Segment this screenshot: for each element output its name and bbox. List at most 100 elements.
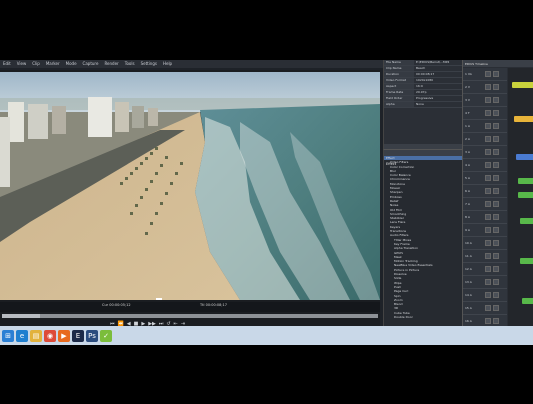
track-header[interactable]: 7 A: [463, 198, 507, 211]
menu-item-render[interactable]: Render: [104, 60, 118, 68]
menu-item-edit[interactable]: Edit: [3, 60, 11, 68]
scrub-bar[interactable]: [2, 314, 378, 318]
app-icon[interactable]: ✓: [100, 329, 112, 342]
track-sync-toggle[interactable]: [493, 279, 499, 285]
track-header[interactable]: 3 V: [463, 94, 507, 107]
track-sync-toggle[interactable]: [493, 266, 499, 272]
clip-video[interactable]: [512, 82, 533, 88]
clip-audio-3[interactable]: [520, 218, 533, 224]
track-area[interactable]: [508, 68, 533, 328]
track-header[interactable]: 9 A: [463, 224, 507, 237]
property-value: E:\EDIUS\Beirut\...MP4: [416, 60, 450, 64]
menu-item-view[interactable]: View: [17, 60, 27, 68]
track-header[interactable]: 5 A: [463, 172, 507, 185]
clip-audio-1[interactable]: [518, 178, 533, 184]
menu-bar: Edit View Clip Marker Mode Capture Render Tools…: [0, 60, 383, 68]
track-lock-toggle[interactable]: [485, 240, 491, 246]
track-lock-toggle[interactable]: [485, 175, 491, 181]
track-lock-toggle[interactable]: [485, 162, 491, 168]
start-icon[interactable]: ⊞: [2, 329, 14, 342]
track-sync-toggle[interactable]: [493, 149, 499, 155]
track-sync-toggle[interactable]: [493, 318, 499, 324]
menu-item-settings[interactable]: Settings: [141, 60, 157, 68]
clip-audio-5[interactable]: [522, 298, 533, 304]
chrome-icon[interactable]: ◉: [44, 329, 56, 342]
clip-video-2[interactable]: [516, 154, 533, 160]
track-sync-toggle[interactable]: [493, 188, 499, 194]
menu-item-mode[interactable]: Mode: [66, 60, 77, 68]
ps-icon[interactable]: Ps: [86, 329, 98, 342]
property-value: 16:9: [416, 84, 423, 88]
track-header[interactable]: 1 VA: [463, 68, 507, 81]
menu-item-clip[interactable]: Clip: [32, 60, 40, 68]
track-header[interactable]: 3 A: [463, 146, 507, 159]
track-lock-toggle[interactable]: [485, 123, 491, 129]
track-header[interactable]: 8 A: [463, 211, 507, 224]
track-sync-toggle[interactable]: [493, 305, 499, 311]
timecode-strip: Cur 00:00:05;12 Ttl 00:00:08;17: [0, 302, 380, 312]
track-lock-toggle[interactable]: [485, 188, 491, 194]
folder-icon[interactable]: ▤: [30, 329, 42, 342]
track-header[interactable]: 4 A: [463, 159, 507, 172]
menu-item-capture[interactable]: Capture: [83, 60, 99, 68]
track-lock-toggle[interactable]: [485, 292, 491, 298]
track-header[interactable]: 2 V: [463, 81, 507, 94]
track-sync-toggle[interactable]: [493, 227, 499, 233]
edius-icon[interactable]: E: [72, 329, 84, 342]
track-lock-toggle[interactable]: [485, 110, 491, 116]
track-lock-toggle[interactable]: [485, 97, 491, 103]
clip-audio-2[interactable]: [518, 192, 533, 198]
property-key: Aspect: [384, 84, 414, 89]
effect-panel: Effect Effect Video Filters Color Correcti…: [383, 149, 462, 327]
track-sync-toggle[interactable]: [493, 136, 499, 142]
ie-icon[interactable]: e: [16, 329, 28, 342]
track-lock-toggle[interactable]: [485, 201, 491, 207]
track-sync-toggle[interactable]: [493, 175, 499, 181]
track-lock-toggle[interactable]: [485, 318, 491, 324]
track-header[interactable]: 11 A: [463, 250, 507, 263]
track-header[interactable]: 13 A: [463, 276, 507, 289]
clip-audio-4[interactable]: [520, 258, 533, 264]
track-sync-toggle[interactable]: [493, 253, 499, 259]
menu-item-marker[interactable]: Marker: [46, 60, 60, 68]
track-lock-toggle[interactable]: [485, 136, 491, 142]
track-sync-toggle[interactable]: [493, 110, 499, 116]
property-key: Video Format: [384, 78, 414, 83]
property-value: 00:00:08;17: [416, 72, 435, 76]
track-lock-toggle[interactable]: [485, 305, 491, 311]
media-icon[interactable]: ▶: [58, 329, 70, 342]
track-sync-toggle[interactable]: [493, 201, 499, 207]
timeline-title: EDIUS Timeline: [465, 61, 488, 66]
property-row: Alpha None: [384, 102, 462, 108]
effect-tree-item[interactable]: Double Door: [384, 315, 462, 319]
track-lock-toggle[interactable]: [485, 266, 491, 272]
track-lock-toggle[interactable]: [485, 253, 491, 259]
track-header[interactable]: 14 A: [463, 289, 507, 302]
track-name: 13 A: [465, 280, 472, 284]
track-header[interactable]: 2 A: [463, 133, 507, 146]
track-lock-toggle[interactable]: [485, 84, 491, 90]
track-header[interactable]: 10 A: [463, 237, 507, 250]
track-sync-toggle[interactable]: [493, 123, 499, 129]
track-sync-toggle[interactable]: [493, 84, 499, 90]
track-lock-toggle[interactable]: [485, 71, 491, 77]
track-header[interactable]: 4 T: [463, 107, 507, 120]
track-sync-toggle[interactable]: [493, 214, 499, 220]
track-name: 4 A: [465, 163, 470, 167]
track-sync-toggle[interactable]: [493, 97, 499, 103]
track-sync-toggle[interactable]: [493, 162, 499, 168]
clip-title[interactable]: [514, 116, 533, 122]
track-header[interactable]: 1 A: [463, 120, 507, 133]
track-header[interactable]: 12 A: [463, 263, 507, 276]
menu-item-tools[interactable]: Tools: [125, 60, 135, 68]
menu-item-help[interactable]: Help: [163, 60, 172, 68]
track-header[interactable]: 15 A: [463, 302, 507, 315]
track-sync-toggle[interactable]: [493, 292, 499, 298]
track-sync-toggle[interactable]: [493, 71, 499, 77]
track-sync-toggle[interactable]: [493, 240, 499, 246]
track-lock-toggle[interactable]: [485, 149, 491, 155]
track-lock-toggle[interactable]: [485, 214, 491, 220]
track-lock-toggle[interactable]: [485, 279, 491, 285]
track-lock-toggle[interactable]: [485, 227, 491, 233]
track-header[interactable]: 6 A: [463, 185, 507, 198]
